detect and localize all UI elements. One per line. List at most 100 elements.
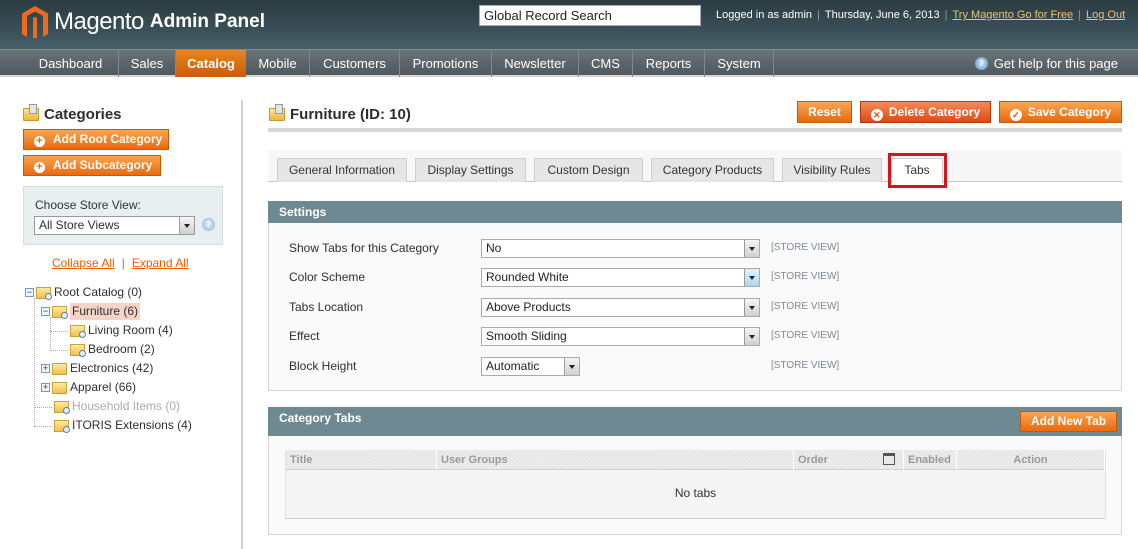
effect-select[interactable]: Smooth Sliding xyxy=(481,327,760,346)
column-header-title[interactable]: Title xyxy=(286,450,437,470)
add-root-category-button[interactable]: + Add Root Category xyxy=(23,129,169,150)
folder-icon xyxy=(52,305,68,319)
separator: | xyxy=(121,256,125,270)
reset-button[interactable]: Reset xyxy=(797,101,852,123)
nav-item-catalog[interactable]: Catalog xyxy=(176,50,246,77)
tab-display-settings[interactable]: Display Settings xyxy=(415,158,526,182)
scope-label: [STORE VIEW] xyxy=(771,271,840,282)
block-height-select[interactable]: Automatic xyxy=(481,357,580,376)
app-name: Magento xyxy=(54,8,144,35)
chevron-down-icon xyxy=(744,299,759,316)
nav-item-newsletter[interactable]: Newsletter xyxy=(492,50,579,77)
tabs-location-value: Above Products xyxy=(486,300,571,314)
tab-custom-design[interactable]: Custom Design xyxy=(534,158,643,182)
nav-item-customers[interactable]: Customers xyxy=(310,50,400,77)
tree-node-apparel[interactable]: + Apparel (66) xyxy=(41,379,136,396)
tree-line xyxy=(34,407,52,408)
page-title-text: Furniture (ID: 10) xyxy=(290,106,411,123)
save-order-icon[interactable] xyxy=(883,453,895,465)
chevron-down-icon xyxy=(744,269,759,286)
folder-icon xyxy=(54,400,70,414)
expand-all-link[interactable]: Expand All xyxy=(132,256,189,270)
magento-logo-icon xyxy=(22,6,48,38)
add-subcategory-button[interactable]: + Add Subcategory xyxy=(23,155,161,176)
show-tabs-select[interactable]: No xyxy=(481,239,760,258)
magento-logo[interactable]: Magento Admin Panel xyxy=(22,6,265,38)
delete-category-label: Delete Category xyxy=(888,105,981,119)
column-divider xyxy=(241,100,243,549)
tree-node-label: ITORIS Extensions (4) xyxy=(72,418,192,432)
collapse-icon[interactable]: − xyxy=(25,288,34,297)
color-scheme-value: Rounded White xyxy=(486,270,569,284)
expand-icon[interactable]: + xyxy=(41,364,50,373)
save-category-label: Save Category xyxy=(1027,105,1112,119)
expand-icon[interactable]: + xyxy=(41,383,50,392)
tree-node-living-room[interactable]: Living Room (4) xyxy=(70,322,173,339)
tree-node-label: Bedroom (2) xyxy=(88,342,155,356)
chevron-down-icon xyxy=(744,328,759,345)
tree-node-furniture[interactable]: − Furniture (6) xyxy=(41,303,141,320)
effect-value: Smooth Sliding xyxy=(486,329,567,343)
try-magento-go-link[interactable]: Try Magento Go for Free xyxy=(953,9,1074,21)
column-header-user-groups[interactable]: User Groups xyxy=(437,450,794,470)
nav-item-promotions[interactable]: Promotions xyxy=(400,50,492,77)
tree-line xyxy=(50,317,51,351)
store-view-box: Choose Store View: All Store Views ? xyxy=(23,186,223,245)
store-view-label: Choose Store View: xyxy=(35,198,141,212)
chevron-down-icon xyxy=(744,240,759,257)
categories-heading: Categories xyxy=(23,104,122,123)
tab-general-information[interactable]: General Information xyxy=(277,158,407,182)
delete-category-button[interactable]: ✕ Delete Category xyxy=(860,101,991,123)
empty-grid-message: No tabs xyxy=(674,486,717,500)
save-category-button[interactable]: ✓ Save Category xyxy=(999,101,1122,123)
nav-item-mobile[interactable]: Mobile xyxy=(246,50,310,77)
title-rule xyxy=(268,128,1122,132)
scope-label: [STORE VIEW] xyxy=(771,330,840,341)
color-scheme-select[interactable]: Rounded White xyxy=(481,268,760,287)
separator: | xyxy=(944,9,948,21)
plus-icon: + xyxy=(34,162,45,173)
tree-node-label: Household Items (0) xyxy=(72,399,181,413)
nav-item-reports[interactable]: Reports xyxy=(633,50,705,77)
tree-line xyxy=(50,331,68,332)
collapse-all-link[interactable]: Collapse All xyxy=(52,256,115,270)
logout-link[interactable]: Log Out xyxy=(1086,9,1125,21)
tree-node-label: Apparel (66) xyxy=(70,380,137,394)
tree-node-itoris-extensions[interactable]: ITORIS Extensions (4) xyxy=(54,417,192,434)
tab-category-products[interactable]: Category Products xyxy=(651,158,774,182)
nav-item-cms[interactable]: CMS xyxy=(579,50,633,77)
field-label-show-tabs: Show Tabs for this Category xyxy=(289,241,439,255)
help-link[interactable]: ? Get help for this page xyxy=(974,56,1118,71)
field-label-effect: Effect xyxy=(289,329,320,343)
nav-item-sales[interactable]: Sales xyxy=(119,50,176,77)
category-tabs-bar: General Information Display Settings Cus… xyxy=(268,150,1122,183)
folder-icon xyxy=(54,419,70,433)
field-label-tabs-location: Tabs Location xyxy=(289,300,364,314)
help-icon[interactable]: ? xyxy=(202,218,215,231)
global-search-input[interactable] xyxy=(479,5,701,26)
folder-icon xyxy=(52,362,67,375)
tree-node-root-catalog[interactable]: − Root Catalog (0) xyxy=(25,284,142,301)
tree-node-bedroom[interactable]: Bedroom (2) xyxy=(70,341,155,358)
tabs-location-select[interactable]: Above Products xyxy=(481,298,760,317)
nav-item-dashboard[interactable]: Dashboard xyxy=(23,50,119,77)
add-new-tab-button[interactable]: Add New Tab xyxy=(1020,411,1118,432)
category-tabs-panel-header: Category Tabs xyxy=(268,407,1122,436)
tree-line xyxy=(50,350,68,351)
main-nav: Dashboard Sales Catalog Mobile Customers… xyxy=(0,49,1138,77)
tree-node-electronics[interactable]: + Electronics (42) xyxy=(41,360,153,377)
tree-controls: Collapse All | Expand All xyxy=(52,256,189,270)
help-icon: ? xyxy=(974,57,988,70)
folder-icon xyxy=(70,343,86,357)
collapse-icon[interactable]: − xyxy=(41,307,50,316)
store-view-select[interactable]: All Store Views xyxy=(34,216,195,235)
categories-title: Categories xyxy=(44,106,122,123)
tab-visibility-rules[interactable]: Visibility Rules xyxy=(782,158,882,182)
date-text: Thursday, June 6, 2013 xyxy=(824,9,940,21)
column-header-order[interactable]: Order xyxy=(794,450,904,470)
scope-label: [STORE VIEW] xyxy=(771,242,840,253)
nav-item-system[interactable]: System xyxy=(705,50,774,77)
tree-node-household-items[interactable]: Household Items (0) xyxy=(54,398,180,415)
column-header-enabled[interactable]: Enabled xyxy=(904,450,957,470)
scope-label: [STORE VIEW] xyxy=(771,360,840,371)
